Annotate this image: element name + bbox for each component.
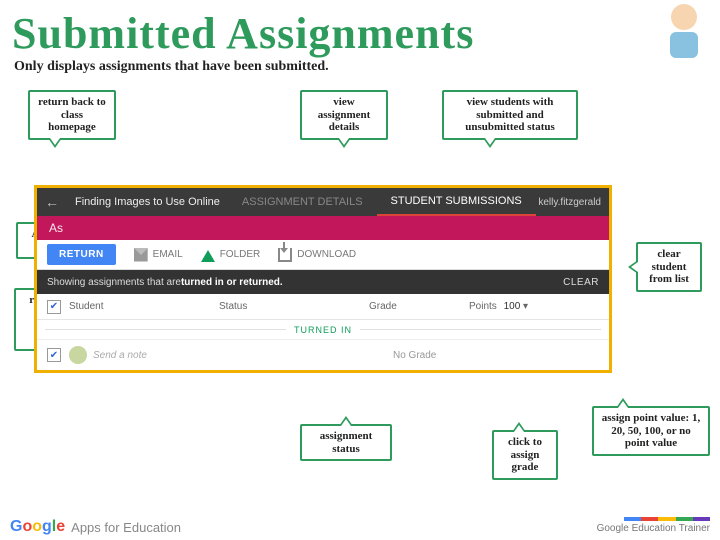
callout-assignment-status: assignment status	[300, 424, 392, 461]
callout-text: assignment status	[320, 430, 373, 455]
points-value[interactable]: 100	[504, 301, 521, 312]
footer-logo: Google Apps for Education	[10, 518, 181, 536]
col-grade[interactable]: Grade	[369, 301, 469, 312]
download-icon	[278, 248, 292, 262]
button-label: EMAIL	[153, 249, 183, 260]
folder-button[interactable]: FOLDER	[201, 248, 261, 262]
page-title: Submitted Assignments	[0, 0, 720, 59]
assignment-title-bar: As	[37, 216, 609, 240]
col-status[interactable]: Status	[219, 301, 369, 312]
button-label: DOWNLOAD	[297, 249, 356, 260]
breadcrumb[interactable]: Finding Images to Use Online	[67, 196, 228, 208]
col-points-label: Points	[469, 301, 497, 312]
footer-trainer: Google Education Trainer	[597, 515, 710, 534]
callout-clear-student: clear student from list	[636, 242, 702, 292]
mail-icon	[134, 248, 148, 262]
filter-status-row: Showing assignments that are turned in o…	[37, 270, 609, 294]
page-subtitle: Only displays assignments that have been…	[0, 59, 720, 81]
return-button[interactable]: RETURN	[47, 244, 116, 265]
col-student[interactable]: Student	[69, 301, 219, 312]
section-turned-in: TURNED IN	[37, 320, 609, 340]
tab-assignment-details[interactable]: ASSIGNMENT DETAILS	[228, 188, 377, 216]
callout-text: clear student from list	[649, 248, 689, 285]
download-button[interactable]: DOWNLOAD	[278, 248, 356, 262]
callout-click-grade: click to assign grade	[492, 430, 558, 480]
tab-student-submissions[interactable]: STUDENT SUBMISSIONS	[377, 188, 536, 216]
assignment-prefix: As	[49, 221, 63, 235]
classroom-screenshot: ← Finding Images to Use Online ASSIGNMEN…	[34, 185, 612, 373]
app-header: ← Finding Images to Use Online ASSIGNMEN…	[37, 188, 609, 216]
email-button[interactable]: EMAIL	[134, 248, 183, 262]
row-checkbox[interactable]: ✔	[47, 348, 61, 362]
callout-text: return back to class homepage	[38, 96, 106, 133]
callout-return-home: return back to class homepage	[28, 90, 116, 140]
footer-apps-text: Apps for Education	[71, 520, 181, 535]
callout-text: click to assign grade	[508, 436, 542, 473]
callout-view-students: view students with submitted and unsubmi…	[442, 90, 578, 140]
button-label: FOLDER	[220, 249, 261, 260]
callout-text: view assignment details	[318, 96, 371, 133]
user-label[interactable]: kelly.fitzgerald	[538, 197, 609, 208]
table-row[interactable]: ✔ Send a note No Grade	[37, 340, 609, 370]
drive-icon	[201, 248, 215, 262]
callout-text: view students with submitted and unsubmi…	[465, 96, 555, 133]
table-header: ✔ Student Status Grade Points 100 ▾	[37, 294, 609, 320]
google-logo: Google	[10, 518, 65, 536]
callout-point-value: assign point value: 1, 20, 50, 100, or n…	[592, 406, 710, 456]
callout-text: assign point value: 1, 20, 50, 100, or n…	[602, 412, 700, 449]
filter-text: Showing assignments that are	[47, 277, 181, 288]
action-toolbar: RETURN EMAIL FOLDER DOWNLOAD	[37, 240, 609, 270]
trainer-label: Google Education Trainer	[597, 523, 710, 534]
clear-button[interactable]: CLEAR	[563, 277, 599, 288]
student-avatar	[69, 346, 87, 364]
callout-view-details: view assignment details	[300, 90, 388, 140]
grade-cell[interactable]: No Grade	[393, 350, 493, 361]
select-all-checkbox[interactable]: ✔	[47, 300, 61, 314]
filter-text-bold: turned in or returned.	[181, 277, 283, 288]
presenter-avatar	[654, 4, 714, 84]
send-note-field[interactable]: Send a note	[93, 350, 243, 361]
back-arrow-icon[interactable]: ←	[37, 194, 67, 210]
col-points[interactable]: Points 100 ▾	[469, 301, 549, 312]
